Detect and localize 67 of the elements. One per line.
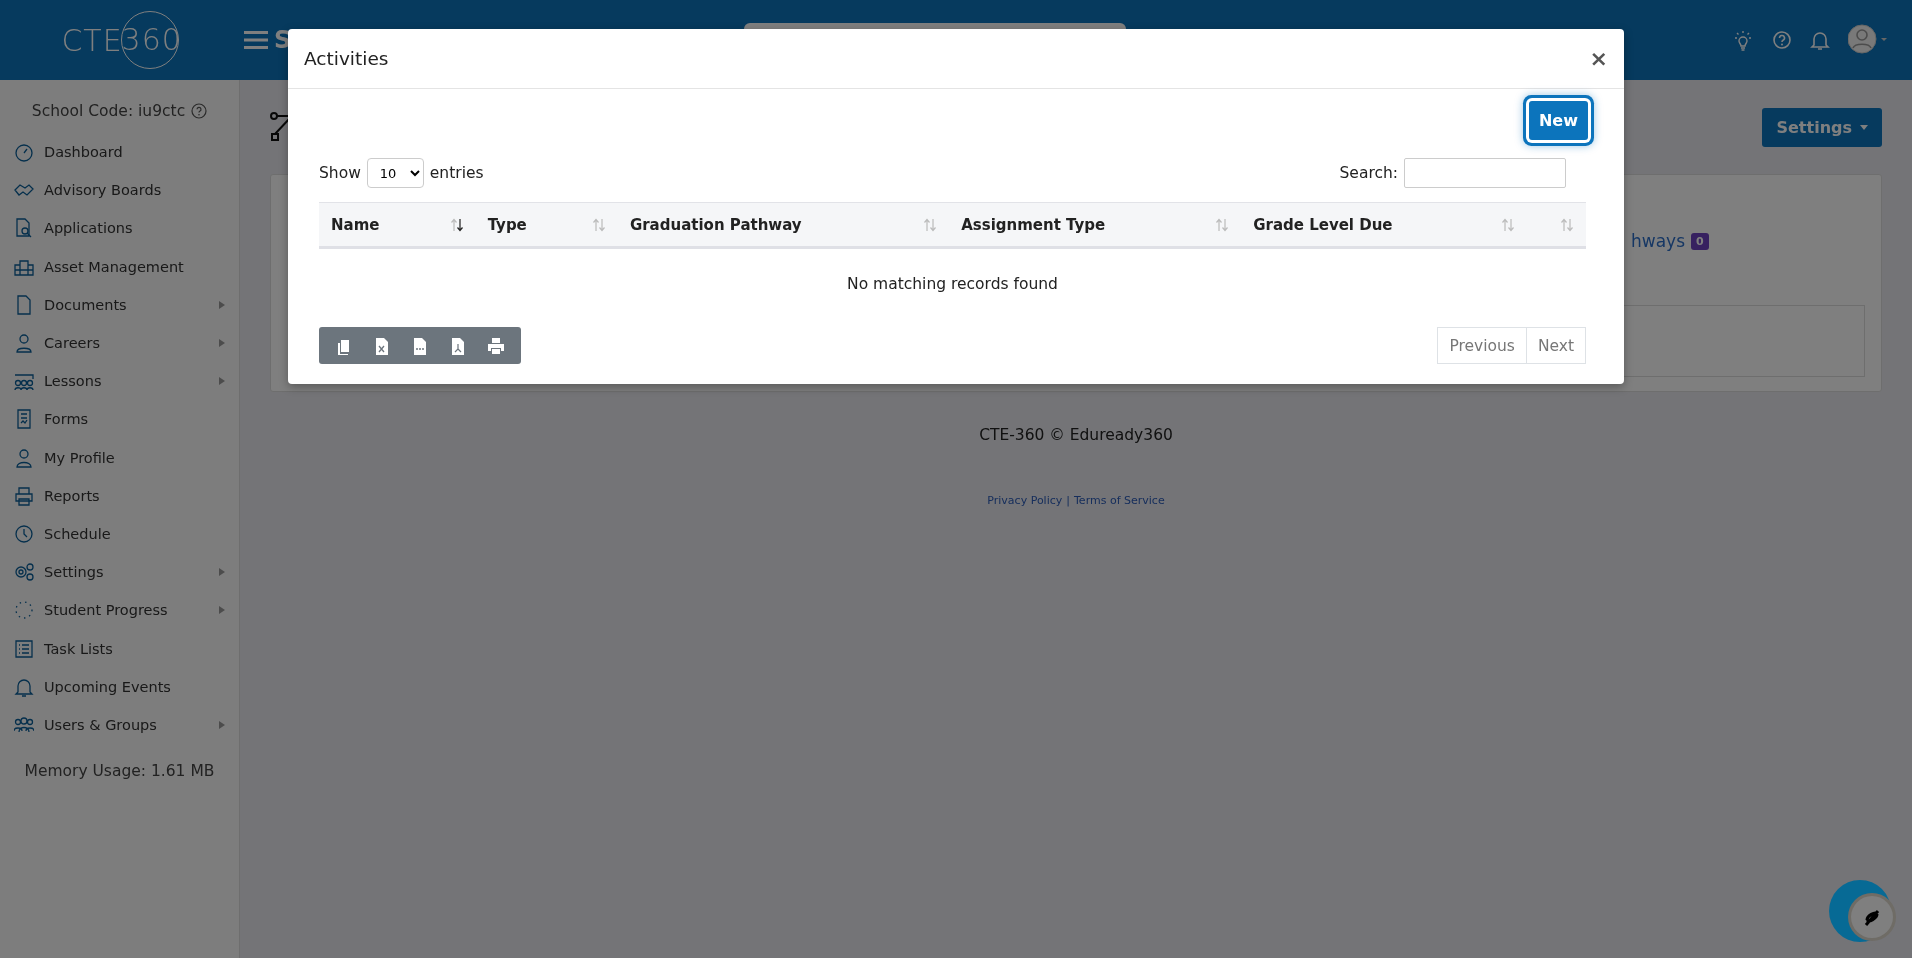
print-icon (487, 336, 505, 355)
copyright-text: CTE-360 © Eduready360 (978, 426, 1174, 444)
caret-icon[interactable] (219, 606, 225, 615)
document-search-icon (14, 218, 34, 239)
modal-title: Activities (304, 48, 389, 69)
logo-text: CTE (61, 22, 123, 58)
csv-file-icon (411, 336, 429, 355)
caret-icon[interactable] (219, 568, 225, 577)
caret-icon[interactable] (219, 300, 225, 309)
empty-message: No matching records found (847, 275, 1058, 293)
privacy-link[interactable]: Privacy Policy (987, 494, 1063, 507)
sidebar-item[interactable]: Dashboard (44, 144, 225, 161)
sidebar-item[interactable]: Applications (44, 220, 225, 237)
sidebar-item[interactable]: Careers (44, 335, 209, 352)
gauge-icon (14, 142, 34, 163)
sidebar-item[interactable]: Settings (44, 564, 209, 581)
caret-icon[interactable] (219, 377, 225, 386)
menu-icon[interactable] (244, 30, 268, 50)
sidebar-item[interactable]: Asset Management (44, 258, 225, 275)
sidebar-item[interactable]: Forms (44, 411, 225, 428)
sidebar-item[interactable]: Task Lists (44, 640, 225, 657)
memory-usage: Memory Usage: 1.61 MB (23, 762, 216, 780)
sidebar-item[interactable]: Lessons (44, 373, 209, 390)
terms-link[interactable]: Terms of Service (1074, 494, 1165, 507)
sidebar-item[interactable]: Advisory Boards (44, 182, 225, 199)
settings-button[interactable]: Settings (1762, 107, 1882, 147)
sidebar-item[interactable]: Documents (44, 296, 209, 313)
sort-icon[interactable] (449, 217, 464, 232)
pdf-file-icon (449, 336, 467, 355)
help-icon[interactable] (191, 103, 208, 119)
column-header[interactable]: Name (331, 215, 380, 234)
person-icon (14, 333, 34, 354)
bell-icon (14, 676, 34, 697)
clock-icon (14, 523, 34, 544)
sidebar-item[interactable]: Schedule (44, 525, 225, 542)
sidebar-item[interactable]: My Profile (44, 449, 225, 466)
dotted-circle-icon (14, 600, 34, 621)
search-field[interactable] (1404, 158, 1566, 188)
close-button[interactable]: × (1589, 46, 1608, 71)
bell-icon[interactable] (1810, 29, 1830, 51)
users-icon (14, 714, 34, 735)
user-icon (14, 447, 34, 468)
form-icon (14, 409, 34, 430)
sidebar-item[interactable]: Users & Groups (44, 716, 209, 733)
file-icon (14, 294, 34, 315)
spreadsheet-icon (373, 336, 391, 355)
sidebar-item[interactable]: Reports (44, 487, 225, 504)
sidebar-item[interactable]: Upcoming Events (44, 678, 225, 695)
avatar-icon[interactable] (1848, 24, 1888, 56)
column-header[interactable]: Type (487, 215, 527, 234)
group-icon (14, 371, 34, 392)
caret-icon[interactable] (219, 720, 225, 729)
pathways-link[interactable]: hways (1631, 231, 1685, 251)
sidebar-item[interactable]: Student Progress (44, 602, 209, 619)
entries-label: entries (429, 164, 484, 182)
list-icon (14, 638, 34, 659)
caret-icon (1860, 124, 1868, 130)
caret-icon[interactable] (219, 339, 225, 348)
show-label: Show (319, 164, 361, 182)
entries-select[interactable]: 10 (366, 158, 424, 188)
printer-icon (14, 485, 34, 506)
search-label: Search: (1339, 164, 1398, 182)
lightbulb-icon[interactable] (1732, 29, 1754, 51)
gears-icon (14, 562, 34, 583)
count-badge: 0 (1691, 232, 1709, 250)
school-code: School Code: iu9ctc (31, 102, 186, 120)
separator: | (1066, 494, 1070, 507)
